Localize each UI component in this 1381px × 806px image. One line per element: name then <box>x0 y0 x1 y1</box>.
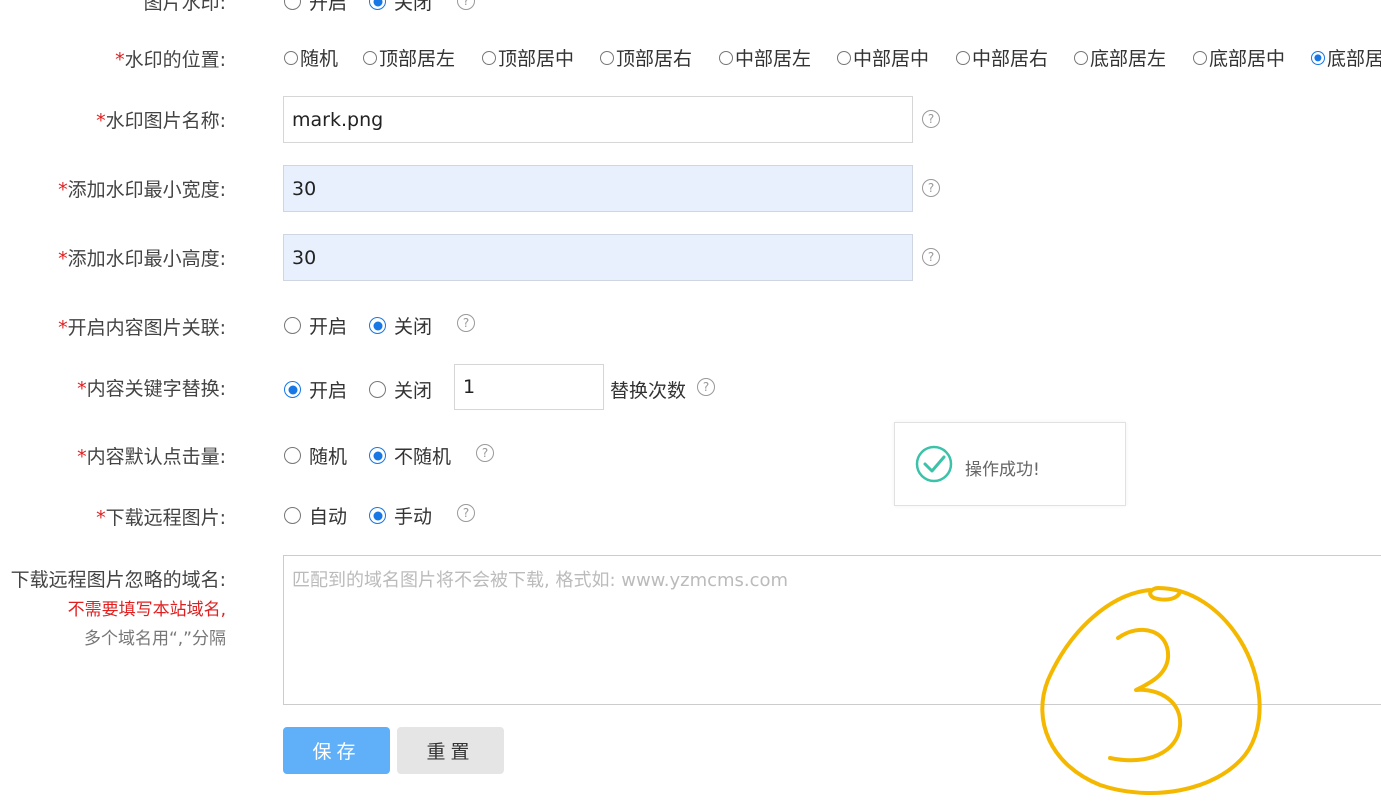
ignore-domains-note-red: 不需要填写本站域名, <box>67 600 226 620</box>
watermark-position-label: *水印的位置: <box>115 49 226 71</box>
radio-content-image-link-off[interactable]: 关闭 <box>369 312 432 339</box>
ignore-domains-note-gray: 多个域名用“,”分隔 <box>83 629 226 649</box>
watermark-image-name-label: *水印图片名称: <box>96 110 226 132</box>
question-circle-icon[interactable]: ? <box>922 248 940 266</box>
watermark-min-height-label: *添加水印最小高度: <box>58 248 226 270</box>
toast-message: 操作成功! <box>965 460 1040 480</box>
question-circle-icon[interactable]: ? <box>697 378 715 396</box>
question-circle-icon[interactable]: ? <box>922 179 940 197</box>
check-circle-icon <box>915 445 953 483</box>
content-image-link-label: *开启内容图片关联: <box>58 317 226 339</box>
save-button[interactable]: 保存 <box>283 727 390 774</box>
image-watermark-label: 图片水印: <box>143 0 226 14</box>
position-option-3[interactable]: 顶部居右 <box>600 44 692 71</box>
question-circle-icon[interactable]: ? <box>922 110 940 128</box>
radio-default-clicks-fixed[interactable]: 不随机 <box>369 442 451 469</box>
question-circle-icon[interactable]: ? <box>476 444 494 462</box>
position-option-2[interactable]: 顶部居中 <box>482 44 574 71</box>
reset-button[interactable]: 重置 <box>397 727 504 774</box>
radio-download-auto[interactable]: 自动 <box>284 502 347 529</box>
replace-count-input[interactable]: 1 <box>454 364 604 410</box>
position-option-7[interactable]: 底部居左 <box>1074 44 1166 71</box>
position-option-0[interactable]: 随机 <box>284 44 338 71</box>
download-remote-label: *下载远程图片: <box>96 507 226 529</box>
radio-image-watermark-on[interactable]: 开启 <box>284 0 347 15</box>
question-circle-icon[interactable]: ? <box>457 504 475 522</box>
default-clicks-label: *内容默认点击量: <box>77 446 226 468</box>
position-option-6[interactable]: 中部居右 <box>956 44 1048 71</box>
watermark-min-width-label: *添加水印最小宽度: <box>58 179 226 201</box>
radio-keyword-replace-off[interactable]: 关闭 <box>369 376 432 403</box>
keyword-replace-label: *内容关键字替换: <box>77 378 226 400</box>
radio-default-clicks-random[interactable]: 随机 <box>284 442 347 469</box>
success-toast: 操作成功! <box>894 422 1126 506</box>
position-option-4[interactable]: 中部居左 <box>719 44 811 71</box>
radio-image-watermark-off[interactable]: 关闭 <box>369 0 432 15</box>
position-option-5[interactable]: 中部居中 <box>837 44 929 71</box>
replace-count-label: 替换次数 <box>610 380 687 402</box>
watermark-min-width-input[interactable]: 30 <box>283 165 913 212</box>
position-option-9[interactable]: 底部居 <box>1311 44 1381 71</box>
position-option-8[interactable]: 底部居中 <box>1193 44 1285 71</box>
radio-keyword-replace-on[interactable]: 开启 <box>284 376 347 403</box>
radio-download-manual[interactable]: 手动 <box>369 502 432 529</box>
ignore-domains-label: 下载远程图片忽略的域名: <box>10 569 226 591</box>
position-option-1[interactable]: 顶部居左 <box>363 44 455 71</box>
watermark-min-height-input[interactable]: 30 <box>283 234 913 281</box>
hand-drawn-circled-3-annotation <box>1040 586 1262 796</box>
ignore-domains-placeholder: 匹配到的域名图片将不会被下载, 格式如: www.yzmcms.com <box>292 570 789 591</box>
question-circle-icon[interactable]: ? <box>457 0 475 10</box>
radio-content-image-link-on[interactable]: 开启 <box>284 312 347 339</box>
watermark-image-name-input[interactable]: mark.png <box>283 96 913 143</box>
question-circle-icon[interactable]: ? <box>457 314 475 332</box>
